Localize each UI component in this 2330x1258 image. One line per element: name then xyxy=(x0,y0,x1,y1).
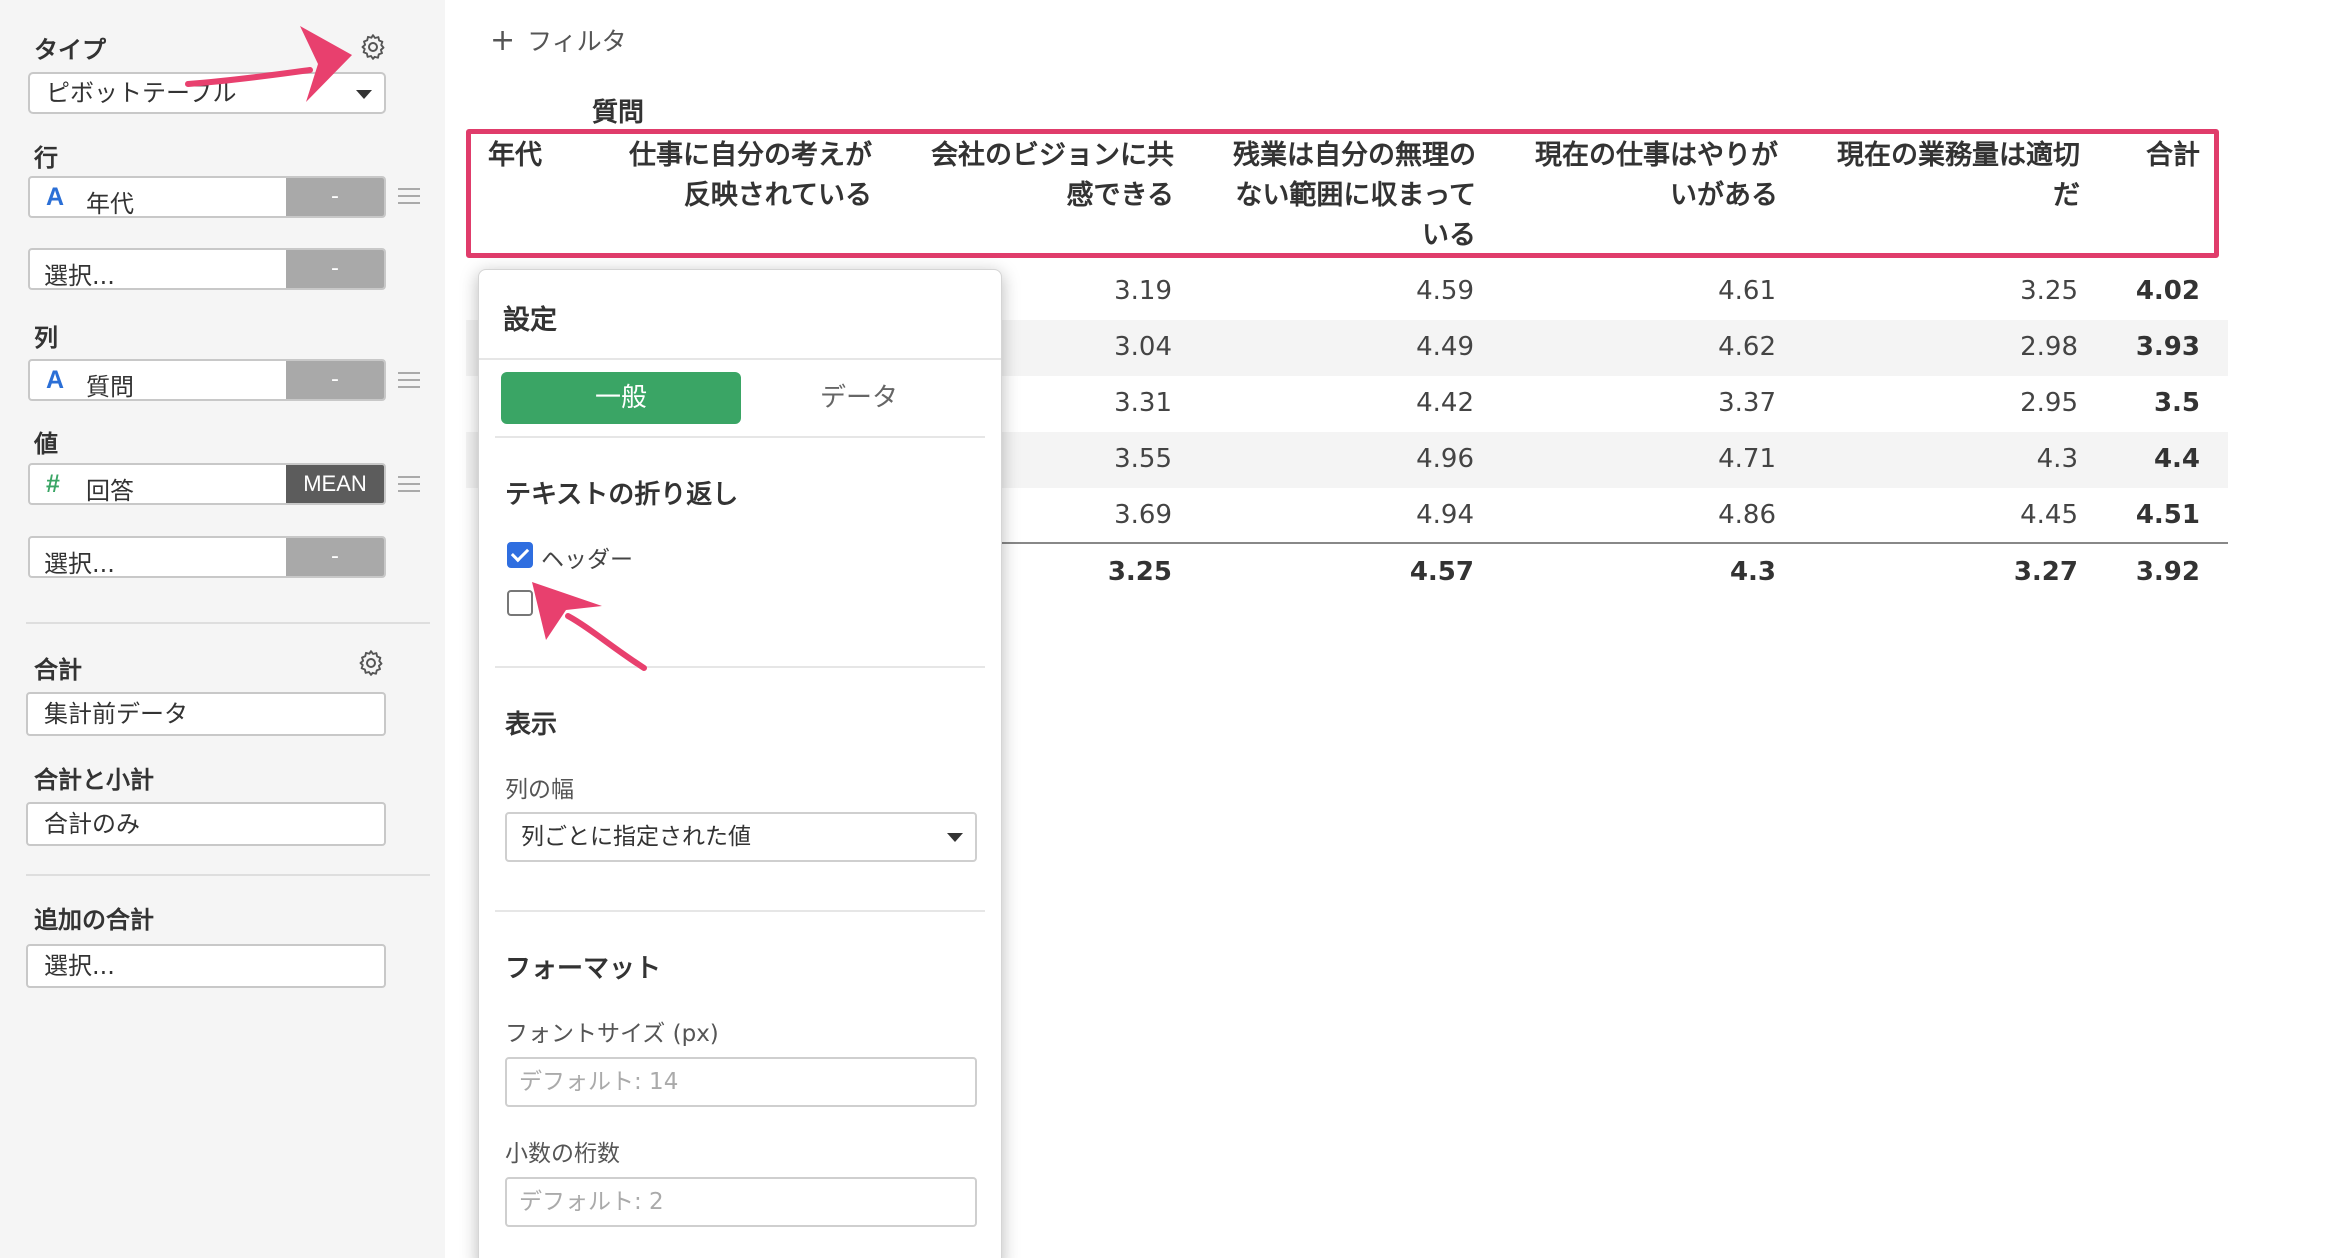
col-field-chip[interactable]: A 質問 - xyxy=(28,359,386,401)
cols-label: 列 xyxy=(34,324,58,352)
total-source-select[interactable]: 集計前データ xyxy=(26,692,386,736)
total-cell: 4.3 xyxy=(1729,557,1776,587)
add-filter-button[interactable]: + フィルタ xyxy=(490,22,627,58)
decimals-input[interactable] xyxy=(505,1177,977,1227)
table-cell: 2.95 xyxy=(2020,388,2078,418)
settings-popup: 設定 一般 データ テキストの折り返し ヘッダー 表示 列の幅 列ごとに指定され… xyxy=(478,269,1002,1258)
divider xyxy=(495,436,985,438)
header-wrap-label: ヘッダー xyxy=(541,547,633,573)
row-field-option-button[interactable]: - xyxy=(286,178,384,216)
table-cell: 4.96 xyxy=(1416,444,1474,474)
table-cell: 3.25 xyxy=(2020,276,2078,306)
extra-total-label: 追加の合計 xyxy=(34,906,154,934)
divider xyxy=(479,358,1001,360)
settings-title: 設定 xyxy=(503,305,557,336)
col-field-name: 質問 xyxy=(86,373,134,401)
filter-label: フィルタ xyxy=(527,27,627,56)
col-width-select[interactable]: 列ごとに指定された値 xyxy=(505,812,977,862)
values-label: 値 xyxy=(34,430,58,458)
table-cell: 4.62 xyxy=(1718,332,1776,362)
header-highlight-box xyxy=(466,129,2219,258)
table-cell: 3.04 xyxy=(1114,332,1172,362)
font-size-input[interactable] xyxy=(505,1057,977,1107)
drag-handle-icon[interactable] xyxy=(398,476,420,492)
header-wrap-checkbox[interactable] xyxy=(507,542,533,568)
table-cell: 4.71 xyxy=(1718,444,1776,474)
type-label: タイプ xyxy=(34,36,106,64)
divider xyxy=(26,874,430,876)
table-cell: 4.42 xyxy=(1416,388,1474,418)
wrap-heading: テキストの折り返し xyxy=(505,480,739,510)
total-cell: 3.92 xyxy=(2135,557,2200,587)
tab-data[interactable]: データ xyxy=(739,372,979,424)
table-cell: 4.94 xyxy=(1416,500,1474,530)
plus-icon: + xyxy=(490,23,516,58)
total-cell: 3.25 xyxy=(1107,557,1172,587)
table-cell: 4.49 xyxy=(1416,332,1474,362)
aggregation-button[interactable]: MEAN xyxy=(286,465,384,503)
table-cell: 4.45 xyxy=(2020,500,2078,530)
string-type-icon: A xyxy=(46,366,65,394)
row-field-chip[interactable]: A 年代 - xyxy=(28,176,386,218)
rows-label: 行 xyxy=(34,144,58,172)
tab-general[interactable]: 一般 xyxy=(501,372,741,424)
gear-icon[interactable] xyxy=(356,648,386,678)
chevron-down-icon xyxy=(356,90,372,99)
value-select-field[interactable]: 選択... - xyxy=(28,536,386,578)
drag-handle-icon[interactable] xyxy=(398,372,420,388)
font-size-label: フォントサイズ (px) xyxy=(505,1021,719,1047)
table-cell: 3.55 xyxy=(1114,444,1172,474)
chart-type-value: ピボットテーブル xyxy=(46,79,237,107)
table-cell: 4.4 xyxy=(2153,444,2200,474)
value-field-name: 回答 xyxy=(86,477,134,505)
row-field-name: 年代 xyxy=(86,190,134,218)
drag-handle-icon[interactable] xyxy=(398,188,420,204)
row-select-option-button[interactable]: - xyxy=(286,250,384,288)
total-cell: 3.27 xyxy=(2013,557,2078,587)
string-type-icon: A xyxy=(46,183,65,211)
total-separator xyxy=(1000,542,2228,544)
divider xyxy=(495,666,985,668)
display-heading: 表示 xyxy=(505,710,558,740)
chart-type-select[interactable]: ピボットテーブル xyxy=(28,72,386,114)
table-cell: 4.59 xyxy=(1416,276,1474,306)
table-cell: 3.5 xyxy=(2153,388,2200,418)
table-cell: 4.3 xyxy=(2036,444,2078,474)
table-cell: 4.86 xyxy=(1718,500,1776,530)
extra-total-select[interactable]: 選択... xyxy=(26,944,386,988)
number-type-icon: # xyxy=(46,470,60,498)
col-width-label: 列の幅 xyxy=(505,777,574,803)
table-cell: 4.51 xyxy=(2135,500,2200,530)
table-cell: 4.61 xyxy=(1718,276,1776,306)
table-cell: 3.19 xyxy=(1114,276,1172,306)
table-cell: 3.37 xyxy=(1718,388,1776,418)
total-cell: 4.57 xyxy=(1409,557,1474,587)
cell-wrap-checkbox[interactable] xyxy=(507,590,533,616)
table-cell: 3.31 xyxy=(1114,388,1172,418)
col-field-option-button[interactable]: - xyxy=(286,361,384,399)
decimals-label: 小数の桁数 xyxy=(505,1141,620,1167)
divider xyxy=(26,622,430,624)
table-cell: 3.93 xyxy=(2135,332,2200,362)
gear-icon[interactable] xyxy=(358,32,388,62)
format-heading: フォーマット xyxy=(505,954,662,984)
row-select-placeholder: 選択... xyxy=(44,262,115,290)
chevron-down-icon xyxy=(947,833,963,842)
column-group-label: 質問 xyxy=(592,98,645,128)
value-select-placeholder: 選択... xyxy=(44,550,115,578)
sidebar: タイプ ピボットテーブル 行 A 年代 - 選択... - 列 A 質問 - 値… xyxy=(0,0,445,1258)
subtotal-select[interactable]: 合計のみ xyxy=(26,802,386,846)
table-cell: 2.98 xyxy=(2020,332,2078,362)
col-width-value: 列ごとに指定された値 xyxy=(521,824,751,850)
table-cell: 3.69 xyxy=(1114,500,1172,530)
value-field-chip[interactable]: # 回答 MEAN xyxy=(28,463,386,505)
subtotal-label: 合計と小計 xyxy=(34,766,154,794)
total-label: 合計 xyxy=(34,656,82,684)
divider xyxy=(495,910,985,912)
table-cell: 4.02 xyxy=(2135,276,2200,306)
value-select-option-button[interactable]: - xyxy=(286,538,384,576)
row-select-field[interactable]: 選択... - xyxy=(28,248,386,290)
